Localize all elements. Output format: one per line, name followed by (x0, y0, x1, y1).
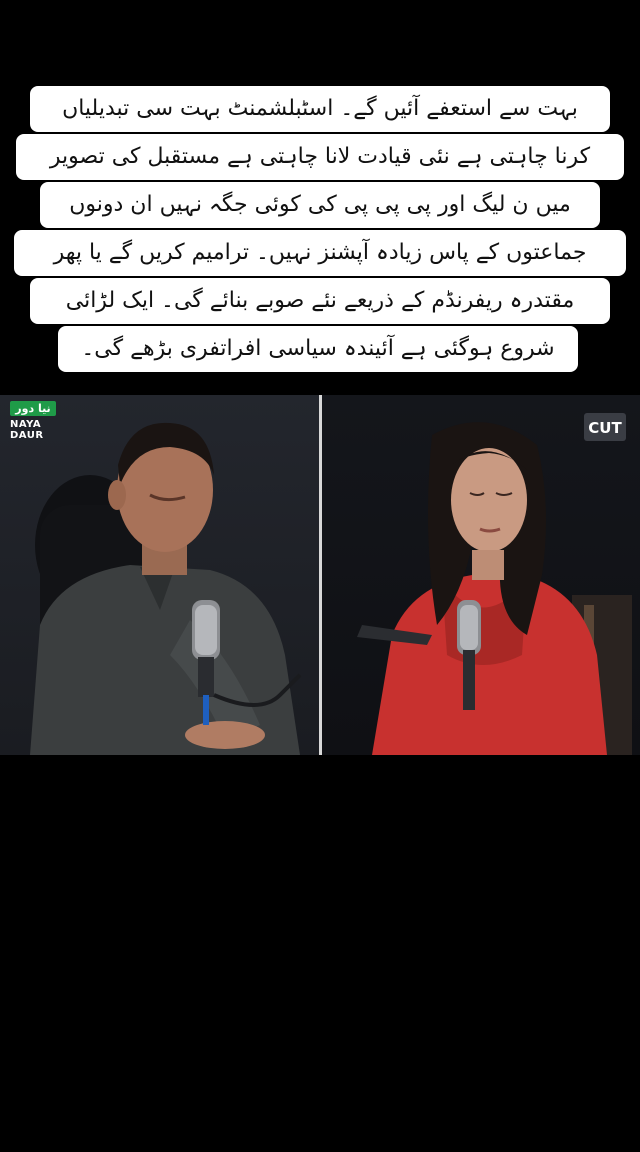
logo-line2: DAUR (10, 430, 44, 441)
caption-line: بہت سے استعفے آئیں گے۔ اسٹبلشمنٹ بہت سی … (30, 86, 610, 132)
caption-line: شروع ہوگئی ہے آئیندہ سیاسی افراتفری بڑھے… (58, 326, 578, 372)
caption-line: جماعتوں کے پاس زیادہ آپشنز نہیں۔ ترامیم … (14, 230, 626, 276)
caption-line: میں ن لیگ اور پی پی پی کی کوئی جگہ نہیں … (40, 182, 600, 228)
naya-daur-logo-icon: نیا دور NAYA DAUR (10, 401, 56, 447)
cut-logo-icon: CUT (584, 413, 626, 441)
caption-line: مقتدرہ ریفرنڈم کے ذریعے نئے صوبے بنائے گ… (30, 278, 610, 324)
video-frame[interactable]: نیا دور NAYA DAUR CUT (0, 395, 640, 755)
cut-logo-text: CUT (588, 419, 622, 437)
caption-line: کرنا چاہتی ہے نئی قیادت لانا چاہتی ہے مس… (16, 134, 624, 180)
logo-line1: NAYA (10, 419, 42, 430)
video-panel-right: CUT (322, 395, 640, 755)
woman-guest-image (357, 422, 632, 755)
video-panel-left: نیا دور NAYA DAUR (0, 395, 319, 755)
man-speaker-image (30, 422, 302, 755)
logo-urdu-text: نیا دور (10, 401, 56, 416)
